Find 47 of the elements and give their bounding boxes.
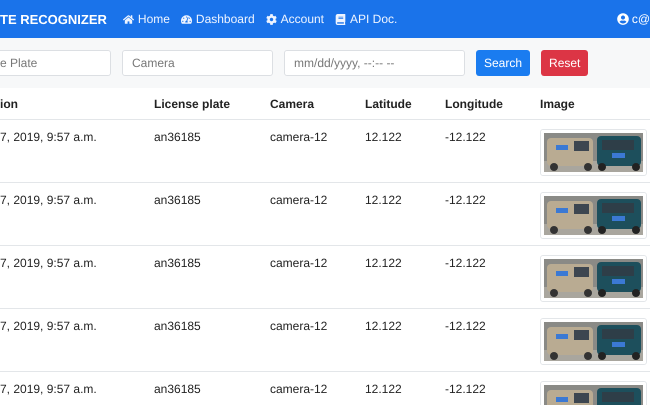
table-cell-text: camera-12 [270,193,328,207]
date-field[interactable]: mm/dd/yyyy, --:-- -- [284,50,465,76]
table-cell-text: camera-12 [270,382,328,396]
table-cell-text: camera-12 [270,256,328,270]
gauge-icon [180,14,192,24]
column-header: Longitude [445,96,504,110]
table-cell-text: -12.122 [445,319,487,333]
gear-icon [266,14,277,24]
table-cell-text: an36185 [154,319,202,333]
table-cell-text: an36185 [154,382,202,396]
column-header: Image [540,96,576,110]
brand-title[interactable]: TE RECOGNIZER [0,12,107,26]
table-cell-text: 12.122 [365,319,403,333]
plate-field[interactable]: e Plate [0,50,111,76]
table-cell-text: 12.122 [365,382,403,396]
table-cell-text: 7, 2019, 9:57 a.m. [0,256,98,270]
column-header: ion [0,96,19,110]
table-cell-text: -12.122 [445,382,487,396]
table-cell-text: -12.122 [445,256,487,270]
column-header: Latitude [365,96,413,110]
table-cell-text: 12.122 [365,130,403,144]
nav-link[interactable]: Account [266,12,324,26]
table-cell-text: 12.122 [365,256,403,270]
table-cell-text: an36185 [154,193,202,207]
nav-link[interactable]: Dashboard [180,12,255,26]
table-cell-text: an36185 [154,256,202,270]
table-cell-text: 7, 2019, 9:57 a.m. [0,193,98,207]
table-cell-text: an36185 [154,130,202,144]
user-menu[interactable]: c@ [616,12,650,26]
table-cell-text: -12.122 [445,130,487,144]
table-cell-text: 7, 2019, 9:57 a.m. [0,130,98,144]
table-cell-text: 7, 2019, 9:57 a.m. [0,319,98,333]
table-cell-text: camera-12 [270,130,328,144]
column-header: Camera [270,96,316,110]
reset-button[interactable]: Reset [541,50,588,76]
search-button[interactable]: Search [476,50,530,76]
column-header: License plate [154,96,232,110]
nav-link[interactable]: API Doc. [335,12,398,26]
book-icon [335,14,346,24]
table-cell-text: 12.122 [365,193,403,207]
home-icon [122,14,134,24]
nav-link[interactable]: Home [122,12,170,26]
table-cell-text: camera-12 [270,319,328,333]
user-icon [616,13,629,25]
table-cell-text: -12.122 [445,193,487,207]
camera-field[interactable]: Camera [122,50,273,76]
table-cell-text: 7, 2019, 9:57 a.m. [0,382,98,396]
